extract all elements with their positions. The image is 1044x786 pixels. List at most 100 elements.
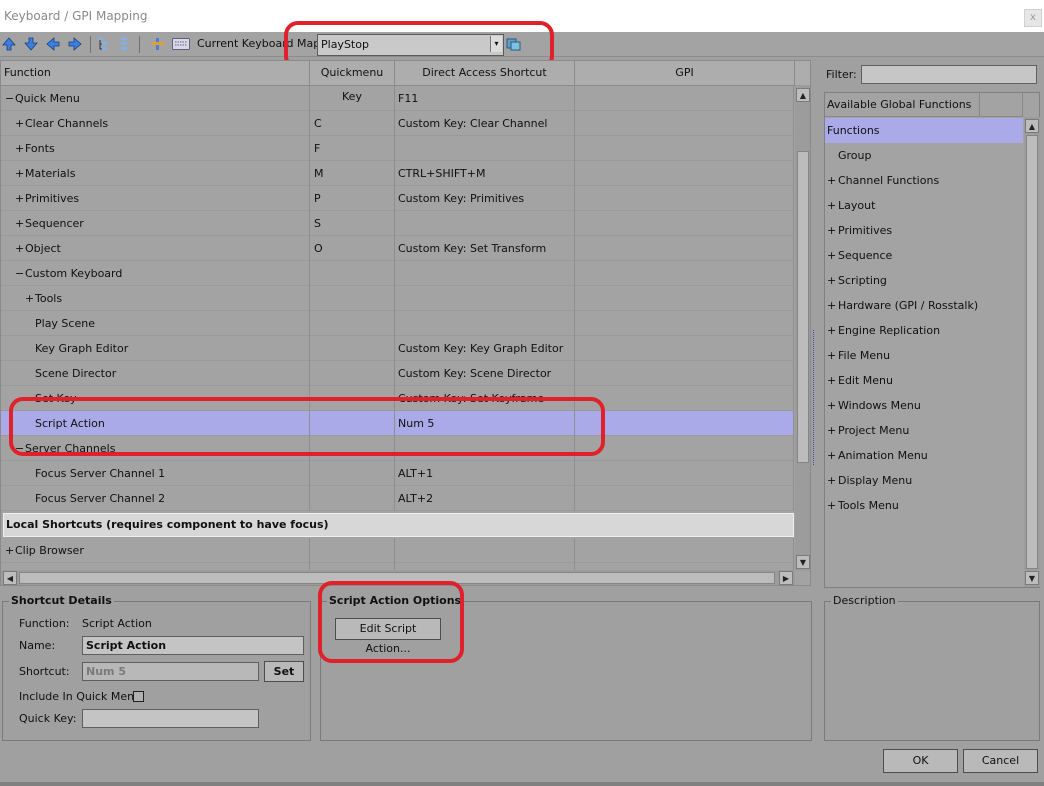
arrow-right-icon[interactable] (67, 36, 83, 52)
expand-toggle-icon[interactable]: + (15, 236, 25, 261)
expand-toggle-icon[interactable]: + (827, 293, 838, 318)
table-row[interactable]: −Server Channels (1, 436, 794, 461)
table-row[interactable]: Focus Server Channel 1 ALT+1 (1, 461, 794, 486)
expand-toggle-icon[interactable]: + (827, 468, 838, 493)
expand-tree-icon[interactable] (96, 36, 112, 52)
functions-vertical-scrollbar[interactable]: ▲ ▼ (1024, 117, 1040, 587)
function-category-item[interactable]: + Display Menu (825, 468, 1023, 493)
function-category-item[interactable]: Functions (825, 118, 1023, 143)
function-category-item[interactable]: + Channel Functions (825, 168, 1023, 193)
set-button[interactable]: Set (264, 661, 304, 682)
function-category-item[interactable]: + File Menu (825, 343, 1023, 368)
expand-toggle-icon[interactable]: + (827, 243, 838, 268)
scroll-right-icon[interactable]: ▶ (779, 571, 793, 585)
function-category-item[interactable]: + Primitives (825, 218, 1023, 243)
expand-toggle-icon[interactable]: + (15, 161, 25, 186)
table-row[interactable]: Set Key Custom Key: Set Keyframe (1, 386, 794, 411)
grid-horizontal-scrollbar[interactable]: ◀ ▶ (1, 570, 795, 585)
filter-input[interactable] (861, 65, 1037, 84)
function-category-item[interactable]: + Hardware (GPI / Rosstalk) (825, 293, 1023, 318)
expand-toggle-icon[interactable]: + (15, 211, 25, 236)
scroll-thumb[interactable] (797, 151, 809, 463)
function-category-item[interactable]: + Scripting (825, 268, 1023, 293)
include-quick-menu-checkbox[interactable] (133, 691, 144, 702)
expand-toggle-icon[interactable]: + (15, 136, 25, 161)
table-row[interactable]: Scene Director Custom Key: Scene Directo… (1, 361, 794, 386)
splitter-handle[interactable] (813, 330, 819, 465)
table-row[interactable]: +Materials M CTRL+SHIFT+M (1, 161, 794, 186)
hscroll-thumb[interactable] (19, 572, 775, 584)
expand-toggle-icon[interactable]: + (15, 111, 25, 136)
shortcut-field[interactable]: Num 5 (82, 662, 259, 681)
arrow-left-icon[interactable] (45, 36, 61, 52)
ok-button[interactable]: OK (883, 749, 958, 773)
available-functions-header[interactable]: Available Global Functions (825, 93, 980, 117)
table-row[interactable]: −Custom Keyboard (1, 261, 794, 286)
collapse-tree-icon[interactable] (116, 36, 132, 52)
cancel-button[interactable]: Cancel (963, 749, 1038, 773)
table-row[interactable]: Key Graph Editor Custom Key: Key Graph E… (1, 336, 794, 361)
expand-toggle-icon[interactable]: + (827, 168, 838, 193)
scroll-up-icon[interactable]: ▲ (796, 88, 810, 102)
expand-toggle-icon[interactable]: + (827, 368, 838, 393)
table-row[interactable]: +Clip Browser (1, 538, 794, 563)
close-button[interactable]: x (1024, 9, 1042, 27)
grid-vertical-scrollbar[interactable]: ▲ ▼ (795, 85, 810, 571)
expand-toggle-icon[interactable]: + (827, 443, 838, 468)
column-header-gpi[interactable]: GPI (575, 61, 795, 85)
table-row[interactable]: +Clear Channels C Custom Key: Clear Chan… (1, 111, 794, 136)
function-category-item[interactable]: + Project Menu (825, 418, 1023, 443)
table-row[interactable]: +Sequencer S (1, 211, 794, 236)
functions-scroll-thumb[interactable] (1026, 135, 1038, 569)
functions-scroll-up-icon[interactable]: ▲ (1025, 119, 1039, 133)
table-row[interactable]: Focus Server Channel 2 ALT+2 (1, 486, 794, 511)
expand-toggle-icon[interactable]: + (827, 493, 838, 518)
function-category-item[interactable]: + Tools Menu (825, 493, 1023, 518)
table-row[interactable]: Script Action Num 5 (1, 411, 794, 436)
expand-toggle-icon[interactable]: − (15, 436, 25, 461)
chevron-down-icon[interactable]: ▾ (490, 36, 502, 52)
functions-scroll-down-icon[interactable]: ▼ (1025, 571, 1039, 585)
column-header-direct-access[interactable]: Direct Access Shortcut (395, 61, 575, 85)
expand-toggle-icon[interactable]: − (15, 261, 25, 286)
bottom-edge (0, 782, 1044, 786)
function-category-item[interactable]: + Animation Menu (825, 443, 1023, 468)
keyboard-icon[interactable] (172, 36, 190, 52)
function-category-item[interactable]: + Engine Replication (825, 318, 1023, 343)
expand-toggle-icon[interactable]: + (827, 393, 838, 418)
table-row[interactable]: +Tools (1, 286, 794, 311)
function-cell: +Clear Channels (1, 111, 310, 136)
expand-toggle-icon[interactable]: + (827, 193, 838, 218)
arrow-down-icon[interactable] (23, 36, 39, 52)
column-header-quickmenu-key[interactable]: Quickmenu Key (310, 61, 395, 103)
scroll-down-icon[interactable]: ▼ (796, 555, 810, 569)
function-category-item[interactable]: + Sequence (825, 243, 1023, 268)
expand-toggle-icon[interactable]: + (25, 286, 35, 311)
function-category-item[interactable]: + Layout (825, 193, 1023, 218)
table-row[interactable]: +Primitives P Custom Key: Primitives (1, 186, 794, 211)
expand-toggle-icon[interactable]: + (827, 268, 838, 293)
keyboard-map-select[interactable]: PlayStop ▾ (317, 34, 504, 56)
table-row[interactable]: Play Scene (1, 311, 794, 336)
quick-key-field[interactable] (82, 709, 259, 728)
expand-toggle-icon[interactable]: + (827, 218, 838, 243)
name-field[interactable]: Script Action (82, 636, 304, 655)
expand-toggle-icon[interactable]: + (827, 343, 838, 368)
keyboard-map-manage-icon[interactable] (505, 36, 521, 52)
function-category-item[interactable]: Group (825, 143, 1023, 168)
expand-toggle-icon[interactable]: + (827, 418, 838, 443)
edit-script-action-button[interactable]: Edit Script Action... (335, 618, 441, 655)
expand-toggle-icon[interactable]: + (15, 186, 25, 211)
expand-toggle-icon[interactable]: + (5, 538, 15, 563)
table-row[interactable]: −Quick Menu F11 (1, 86, 794, 111)
function-category-item[interactable]: + Windows Menu (825, 393, 1023, 418)
function-category-item[interactable]: + Edit Menu (825, 368, 1023, 393)
table-row[interactable]: +Object O Custom Key: Set Transform (1, 236, 794, 261)
add-key-icon[interactable] (150, 36, 166, 52)
scroll-left-icon[interactable]: ◀ (3, 571, 17, 585)
column-header-function[interactable]: Function (1, 61, 310, 85)
expand-toggle-icon[interactable]: + (827, 318, 838, 343)
arrow-up-icon[interactable] (1, 36, 17, 52)
expand-toggle-icon[interactable]: − (5, 86, 15, 111)
table-row[interactable]: +Fonts F (1, 136, 794, 161)
